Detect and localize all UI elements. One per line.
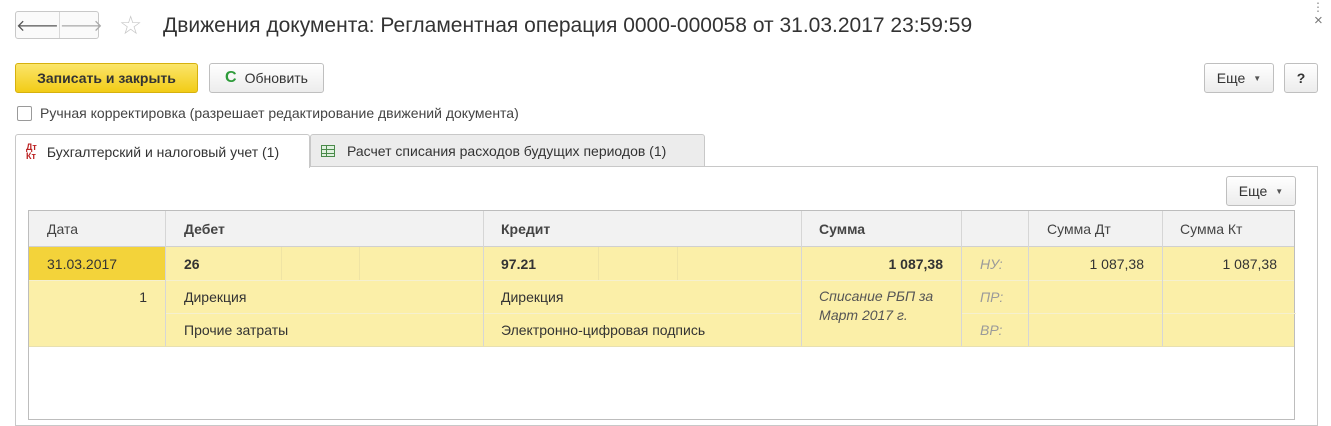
cell-credit-subconto-2[interactable]: Электронно-цифровая подпись xyxy=(501,313,705,346)
refresh-button[interactable]: C Обновить xyxy=(209,63,324,93)
column-divider xyxy=(359,247,360,280)
column-header-amount-dt[interactable]: Сумма Дт xyxy=(1047,211,1147,246)
refresh-icon: C xyxy=(225,69,237,86)
tab-deferred-expenses[interactable]: Расчет списания расходов будущих периодо… xyxy=(310,134,705,167)
back-arrow-icon[interactable]: 🡐 xyxy=(16,12,59,38)
tab-label: Бухгалтерский и налоговый учет (1) xyxy=(46,143,280,160)
cell-row-number: 1 xyxy=(139,288,147,305)
cell-vr-label: ВР: xyxy=(980,321,1003,338)
tab-label: Расчет списания расходов будущих периодо… xyxy=(347,142,667,159)
navigation-buttons: 🡐 🡒 xyxy=(15,11,103,39)
cell-debit-subconto-1[interactable]: Дирекция xyxy=(184,280,246,313)
row-divider xyxy=(961,313,1296,314)
row-divider xyxy=(29,346,1294,347)
column-divider xyxy=(677,247,678,280)
manual-edit-row: Ручная корректировка (разрешает редактир… xyxy=(17,105,519,121)
help-button[interactable]: ? xyxy=(1284,63,1318,93)
refresh-label: Обновить xyxy=(244,70,308,86)
column-divider xyxy=(598,247,599,280)
movements-table[interactable]: Дата Дебет Кредит Сумма Сумма Дт Сумма К… xyxy=(28,210,1296,420)
cell-credit-subconto-1[interactable]: Дирекция xyxy=(501,280,563,313)
close-icon[interactable]: × xyxy=(1314,12,1323,29)
column-header-credit[interactable]: Кредит xyxy=(501,211,791,246)
column-divider xyxy=(483,211,484,346)
column-header-amount[interactable]: Сумма xyxy=(819,211,949,246)
more-label: Еще xyxy=(1238,183,1268,199)
cell-amount-dt[interactable]: 1 087,38 xyxy=(1028,247,1145,280)
more-menu-button[interactable]: Еще ▼ xyxy=(1204,63,1274,93)
cell-nu-label: НУ: xyxy=(980,255,1003,272)
more-label: Еще xyxy=(1216,70,1246,86)
cell-date[interactable]: 31.03.2017 xyxy=(47,247,117,280)
column-header-amount-kt[interactable]: Сумма Кт xyxy=(1180,211,1280,246)
chevron-down-icon: ▼ xyxy=(1253,73,1262,83)
column-divider xyxy=(165,211,166,346)
cell-content-line-1[interactable]: Списание РБП за xyxy=(819,287,933,305)
grid-icon xyxy=(321,144,335,157)
manual-edit-checkbox[interactable] xyxy=(17,105,32,121)
column-header-debit[interactable]: Дебет xyxy=(184,211,474,246)
forward-arrow-icon[interactable]: 🡒 xyxy=(58,12,103,38)
manual-edit-label[interactable]: Ручная корректировка (разрешает редактир… xyxy=(40,105,519,121)
favorite-star-icon[interactable]: ☆ xyxy=(119,10,142,40)
chevron-down-icon: ▼ xyxy=(1275,186,1284,196)
column-divider xyxy=(281,247,282,280)
tab-accounting[interactable]: Дт Кт Бухгалтерский и налоговый учет (1) xyxy=(15,134,310,168)
table-more-menu-button[interactable]: Еще ▼ xyxy=(1226,176,1296,206)
save-and-close-button[interactable]: Записать и закрыть xyxy=(15,63,198,93)
dt-kt-icon: Дт Кт xyxy=(26,141,37,161)
cell-content-line-2[interactable]: Март 2017 г. xyxy=(819,306,908,324)
window-title: Движения документа: Регламентная операци… xyxy=(163,14,973,37)
column-divider xyxy=(961,211,962,346)
column-header-date[interactable]: Дата xyxy=(47,211,157,246)
cell-amount-kt[interactable]: 1 087,38 xyxy=(1162,247,1278,280)
cell-debit-account[interactable]: 26 xyxy=(184,247,200,280)
cell-amount[interactable]: 1 087,38 xyxy=(801,247,944,280)
cell-credit-account[interactable]: 97.21 xyxy=(501,247,536,280)
cell-pr-label: ПР: xyxy=(980,288,1004,305)
cell-debit-subconto-2[interactable]: Прочие затраты xyxy=(184,313,288,346)
